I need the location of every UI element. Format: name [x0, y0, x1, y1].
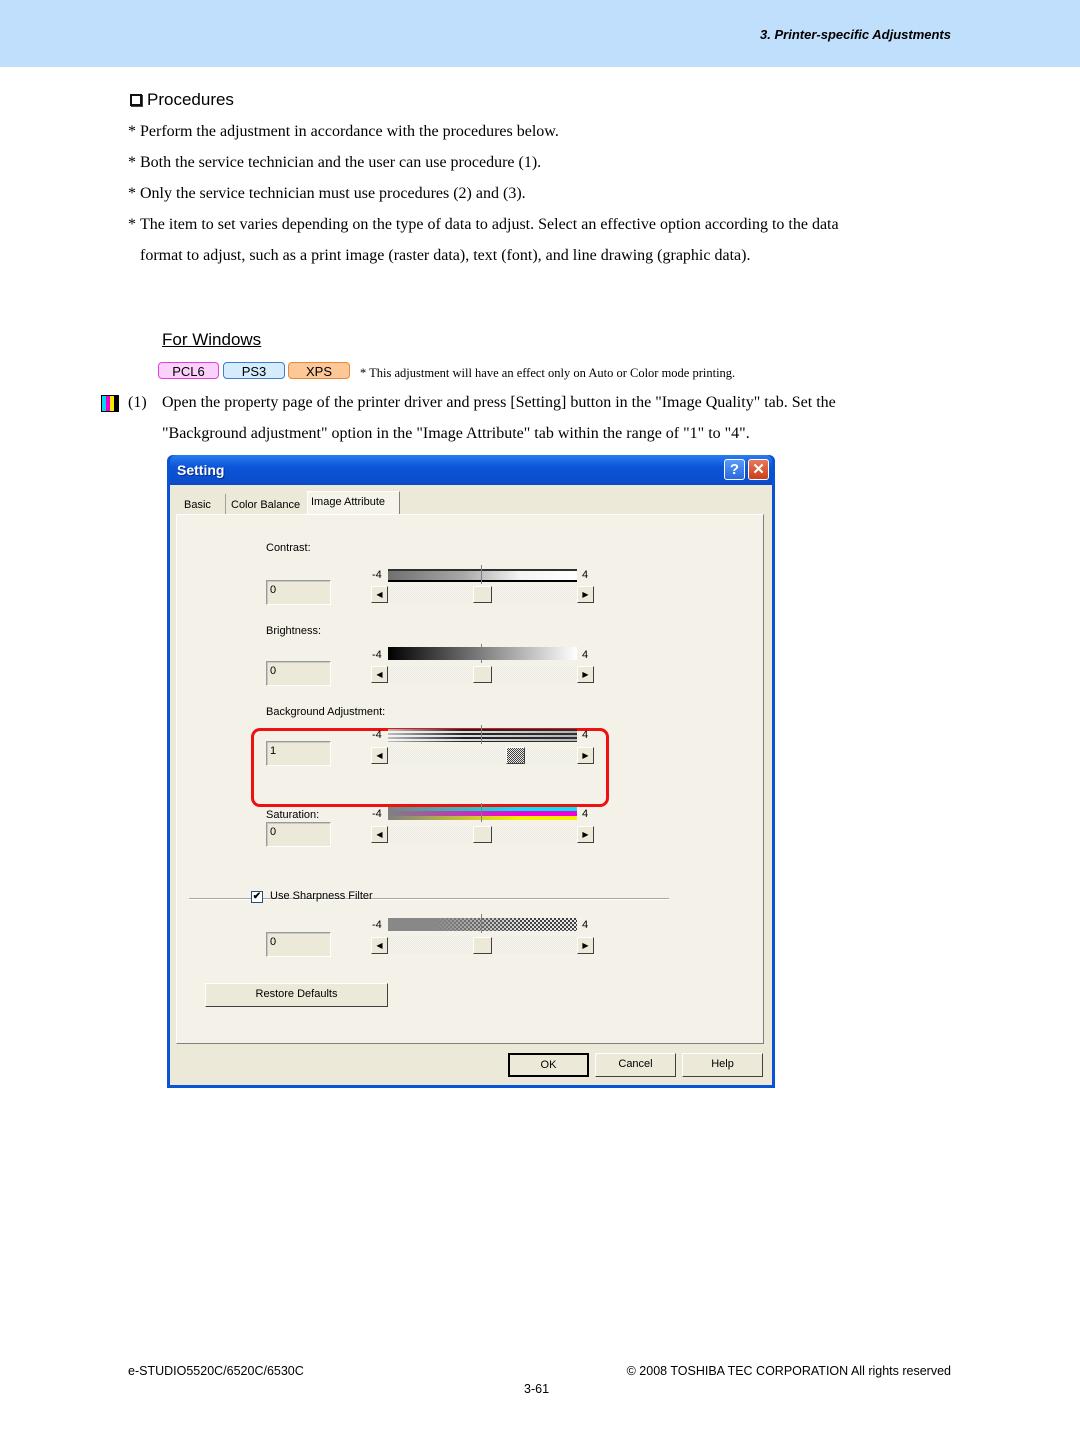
background-adjustment-value-field[interactable]: 1 [266, 741, 331, 766]
tab-basic[interactable]: Basic [184, 499, 211, 511]
procedures-heading-text: Procedures [147, 90, 234, 109]
footer-copyright: © 2008 TOSHIBA TEC CORPORATION All right… [626, 1364, 951, 1378]
saturation-gradient [388, 807, 577, 820]
sharpness-increase-button[interactable]: ▶ [577, 937, 594, 954]
brightness-decrease-button[interactable]: ◀ [371, 666, 388, 683]
brightness-max-label: 4 [582, 649, 589, 661]
saturation-value-field[interactable]: 0 [266, 822, 331, 847]
background-adjustment-gradient [388, 729, 577, 742]
step-number: (1) [128, 394, 147, 411]
checkbox-square-icon [130, 94, 142, 106]
saturation-increase-button[interactable]: ▶ [577, 826, 594, 843]
badge-pcl6: PCL6 [158, 362, 219, 379]
background-adjustment-max-label: 4 [582, 729, 589, 741]
sharpness-gradient-shade [388, 918, 577, 931]
sharpness-gradient [388, 918, 577, 931]
contrast-value-field[interactable]: 0 [266, 580, 331, 605]
tab-separator [225, 494, 226, 515]
brightness-value-field[interactable]: 0 [266, 661, 331, 686]
procedure-bullet: * Only the service technician must use pr… [128, 185, 526, 202]
brightness-increase-button[interactable]: ▶ [577, 666, 594, 683]
restore-defaults-button[interactable]: Restore Defaults [205, 983, 388, 1007]
contrast-increase-button[interactable]: ▶ [577, 586, 594, 603]
brightness-gradient [388, 647, 577, 660]
contrast-slider[interactable] [388, 586, 577, 603]
background-adjustment-decrease-button[interactable]: ◀ [371, 747, 388, 764]
saturation-min-label: -4 [372, 808, 382, 820]
brightness-min-label: -4 [372, 649, 382, 661]
brightness-center-tick [481, 644, 482, 663]
close-icon[interactable]: ✕ [748, 459, 769, 480]
badge-xps: XPS [288, 362, 350, 379]
step-text-line1: Open the property page of the printer dr… [162, 394, 836, 411]
sharpness-slider-thumb[interactable] [473, 937, 492, 954]
sharpness-decrease-button[interactable]: ◀ [371, 937, 388, 954]
background-adjustment-label: Background Adjustment: [266, 706, 386, 718]
brightness-slider[interactable] [388, 666, 577, 683]
setting-dialog: Setting ? ✕ Basic Color Balance Image At… [167, 455, 775, 1088]
tab-image-attribute[interactable]: Image Attribute [311, 496, 385, 508]
header-band: 3. Printer-specific Adjustments [0, 0, 1080, 67]
saturation-max-label: 4 [582, 808, 589, 820]
background-adjustment-gradient-shade [388, 729, 577, 742]
saturation-decrease-button[interactable]: ◀ [371, 826, 388, 843]
dialog-client: Basic Color Balance Image Attribute Cont… [170, 485, 772, 1085]
contrast-slider-thumb[interactable] [473, 586, 492, 603]
procedure-bullet-continuation: format to adjust, such as a print image … [140, 247, 751, 264]
background-adjustment-slider-thumb[interactable] [506, 747, 525, 764]
contrast-decrease-button[interactable]: ◀ [371, 586, 388, 603]
procedures-heading: Procedures [130, 90, 234, 110]
background-adjustment-increase-button[interactable]: ▶ [577, 747, 594, 764]
sharpness-checkbox[interactable]: ✔ [251, 891, 263, 903]
sharpness-center-tick [481, 914, 482, 933]
help-icon[interactable]: ? [724, 459, 745, 480]
brightness-label: Brightness: [266, 625, 322, 637]
section-title: 3. Printer-specific Adjustments [760, 27, 951, 42]
procedure-bullet: * Both the service technician and the use… [128, 154, 542, 171]
contrast-max-label: 4 [582, 569, 589, 581]
procedure-bullet: * Perform the adjustment in accordance wi… [128, 123, 559, 140]
contrast-gradient [388, 569, 577, 582]
ok-button[interactable]: OK [508, 1053, 589, 1077]
dialog-titlebar[interactable]: Setting ? ✕ [170, 455, 772, 485]
sharpness-value-field[interactable]: 0 [266, 932, 331, 957]
contrast-center-tick [481, 565, 482, 584]
background-adjustment-center-tick [481, 725, 482, 744]
background-adjustment-slider[interactable] [388, 747, 577, 764]
procedure-bullet: * The item to set varies depending on the… [128, 216, 839, 233]
cancel-button[interactable]: Cancel [595, 1053, 676, 1077]
tab-color-balance[interactable]: Color Balance [231, 499, 300, 511]
contrast-min-label: -4 [372, 569, 382, 581]
saturation-slider-thumb[interactable] [473, 826, 492, 843]
cmyk-stripes-icon [101, 395, 119, 412]
help-button[interactable]: Help [682, 1053, 763, 1077]
for-windows-heading: For Windows [162, 330, 262, 349]
dialog-title: Setting [177, 462, 225, 478]
sharpness-min-label: -4 [372, 919, 382, 931]
brightness-slider-thumb[interactable] [473, 666, 492, 683]
background-adjustment-min-label: -4 [372, 729, 382, 741]
sharpness-checkbox-label[interactable]: Use Sharpness Filter [270, 890, 373, 902]
mode-note: * This adjustment will have an effect on… [360, 366, 736, 380]
saturation-slider[interactable] [388, 826, 577, 843]
saturation-yellow-band [388, 815, 577, 820]
step-text-line2: "Background adjustment" option in the "I… [162, 425, 750, 442]
badge-ps3: PS3 [223, 362, 285, 379]
saturation-center-tick [481, 803, 482, 822]
contrast-label: Contrast: [266, 542, 311, 554]
sharpness-max-label: 4 [582, 919, 589, 931]
saturation-label: Saturation: [266, 809, 320, 821]
page-number: 3-61 [524, 1382, 550, 1396]
footer-model: e-STUDIO5520C/6520C/6530C [128, 1364, 304, 1378]
sharpness-slider[interactable] [388, 937, 577, 954]
